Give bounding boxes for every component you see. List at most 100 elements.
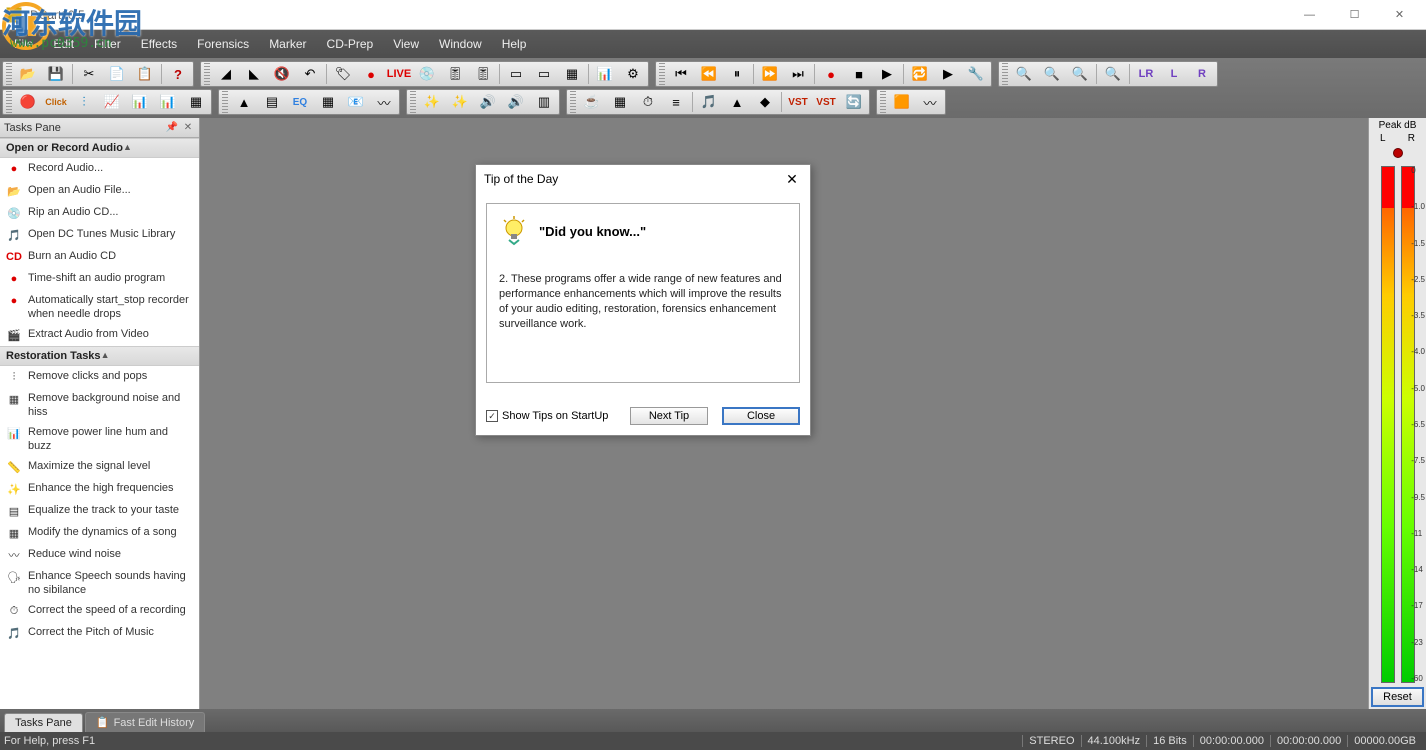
task-rip-cd[interactable]: 💿Rip an Audio CD... (0, 202, 199, 224)
stretch-icon[interactable]: ▲ (724, 91, 750, 113)
scrub-icon[interactable]: 🔧 (963, 63, 989, 85)
save-icon[interactable]: 💾 (43, 63, 69, 85)
pitch-icon[interactable]: ≡ (663, 91, 689, 113)
crackle-icon[interactable]: 📈 (99, 91, 125, 113)
open-icon[interactable]: 📂 (15, 63, 41, 85)
compress-icon[interactable]: ▦ (315, 91, 341, 113)
play-icon[interactable]: ▶ (874, 63, 900, 85)
copy-icon[interactable]: 📄 (104, 63, 130, 85)
zoom-full-icon[interactable]: 🔍 (1100, 63, 1126, 85)
grip-icon[interactable] (222, 91, 228, 113)
fade-out-icon[interactable]: ◣ (241, 63, 267, 85)
wind-icon[interactable]: 〰 (371, 91, 397, 113)
fade-in-icon[interactable]: ◢ (213, 63, 239, 85)
task-auto-record[interactable]: ●Automatically start_stop recorder when … (0, 290, 199, 324)
batch-icon[interactable]: 📊 (592, 63, 618, 85)
zoom-out-icon[interactable]: 🔍 (1039, 63, 1065, 85)
cup-icon[interactable]: ☕ (579, 91, 605, 113)
wave1-icon[interactable]: 🟧 (889, 91, 915, 113)
grip-icon[interactable] (6, 63, 12, 85)
pin-icon[interactable]: 📌 (165, 121, 179, 135)
grip-icon[interactable] (6, 91, 12, 113)
grip-icon[interactable] (659, 63, 665, 85)
channel-l-icon[interactable]: L (1161, 63, 1187, 85)
paste-icon[interactable]: 📋 (132, 63, 158, 85)
close-button[interactable]: ✕ (1377, 0, 1422, 29)
channel-lr-icon[interactable]: LR (1133, 63, 1159, 85)
task-time-shift[interactable]: ●Time-shift an audio program (0, 268, 199, 290)
task-open-audio-file[interactable]: 📂Open an Audio File... (0, 180, 199, 202)
refresh-icon[interactable]: 🔄 (841, 91, 867, 113)
echo-icon[interactable]: 🔊 (503, 91, 529, 113)
cut-icon[interactable]: ✂ (76, 63, 102, 85)
menu-marker[interactable]: Marker (259, 33, 316, 55)
eq-icon[interactable]: EQ (287, 91, 313, 113)
select-all-icon[interactable]: ▦ (559, 63, 585, 85)
vst-icon[interactable]: VST (785, 91, 811, 113)
menu-window[interactable]: Window (429, 33, 492, 55)
ezclean-icon[interactable]: 🔴 (15, 91, 41, 113)
task-enhance-high[interactable]: ✨Enhance the high frequencies (0, 478, 199, 500)
amplify-icon[interactable]: ▲ (231, 91, 257, 113)
task-equalize[interactable]: ▤Equalize the track to your taste (0, 500, 199, 522)
skip-start-icon[interactable]: ⏮ (668, 63, 694, 85)
grip-icon[interactable] (410, 91, 416, 113)
fx2-icon[interactable]: ✨ (447, 91, 473, 113)
task-remove-hum[interactable]: 📊Remove power line hum and buzz (0, 422, 199, 456)
task-burn-cd[interactable]: CDBurn an Audio CD (0, 246, 199, 268)
gain-icon[interactable]: 📧 (343, 91, 369, 113)
play-selection-icon[interactable]: ▶ (935, 63, 961, 85)
pulse-icon[interactable]: ⫶ (71, 91, 97, 113)
help-icon[interactable]: ? (165, 63, 191, 85)
task-enhance-speech[interactable]: 🗣Enhance Speech sounds having no sibilan… (0, 566, 199, 600)
record-icon[interactable]: ● (358, 63, 384, 85)
tab-tasks-pane[interactable]: Tasks Pane (4, 713, 83, 732)
hum-icon[interactable]: 📊 (127, 91, 153, 113)
grid-icon[interactable]: ▦ (607, 91, 633, 113)
grip-icon[interactable] (1002, 63, 1008, 85)
task-correct-speed[interactable]: ⏱Correct the speed of a recording (0, 600, 199, 622)
mixer2-icon[interactable]: 🎚 (470, 63, 496, 85)
menu-cd-prep[interactable]: CD-Prep (317, 33, 384, 55)
mixer-icon[interactable]: 🎚 (442, 63, 468, 85)
mute-icon[interactable]: 🔇 (269, 63, 295, 85)
peak-reset-button[interactable]: Reset (1371, 687, 1424, 707)
speed-icon[interactable]: 🎵 (696, 91, 722, 113)
task-open-tunes[interactable]: 🎵Open DC Tunes Music Library (0, 224, 199, 246)
task-remove-noise[interactable]: ▦Remove background noise and hiss (0, 388, 199, 422)
click-icon[interactable]: Click (43, 91, 69, 113)
grip-icon[interactable] (570, 91, 576, 113)
pane-close-icon[interactable]: ✕ (181, 121, 195, 135)
task-wind-noise[interactable]: 〰Reduce wind noise (0, 544, 199, 566)
task-extract-video[interactable]: 🎬Extract Audio from Video (0, 324, 199, 346)
task-record-audio[interactable]: ●Record Audio... (0, 158, 199, 180)
zoom-selection-icon[interactable]: 🔍 (1067, 63, 1093, 85)
fx1-icon[interactable]: ✨ (419, 91, 445, 113)
task-maximize-level[interactable]: 📏Maximize the signal level (0, 456, 199, 478)
skip-end-icon[interactable]: ⏭ (785, 63, 811, 85)
record-btn-icon[interactable]: ● (818, 63, 844, 85)
section-open-record[interactable]: Open or Record Audio ▲ (0, 138, 199, 158)
stripes-icon[interactable]: ▥ (531, 91, 557, 113)
minimize-button[interactable]: — (1287, 0, 1332, 29)
section-restoration[interactable]: Restoration Tasks ▲ (0, 346, 199, 366)
dialog-close-icon[interactable]: ✕ (782, 169, 802, 189)
pause-icon[interactable]: ⏸ (724, 63, 750, 85)
normalize-icon[interactable]: ▤ (259, 91, 285, 113)
live-icon[interactable]: LIVE (386, 63, 412, 85)
env-up-icon[interactable]: ▭ (503, 63, 529, 85)
menu-help[interactable]: Help (492, 33, 537, 55)
maximize-button[interactable]: ☐ (1332, 0, 1377, 29)
grip-icon[interactable] (880, 91, 886, 113)
menu-view[interactable]: View (383, 33, 429, 55)
grip-icon[interactable] (204, 63, 210, 85)
disc-icon[interactable]: 💿 (414, 63, 440, 85)
analyze-icon[interactable]: ◆ (752, 91, 778, 113)
task-correct-pitch[interactable]: 🎵Correct the Pitch of Music (0, 622, 199, 644)
marker-icon[interactable]: 🏷 (330, 63, 356, 85)
next-tip-button[interactable]: Next Tip (630, 407, 708, 425)
channel-r-icon[interactable]: R (1189, 63, 1215, 85)
stop-icon[interactable]: ■ (846, 63, 872, 85)
spectral-icon[interactable]: ▦ (183, 91, 209, 113)
close-tip-button[interactable]: Close (722, 407, 800, 425)
